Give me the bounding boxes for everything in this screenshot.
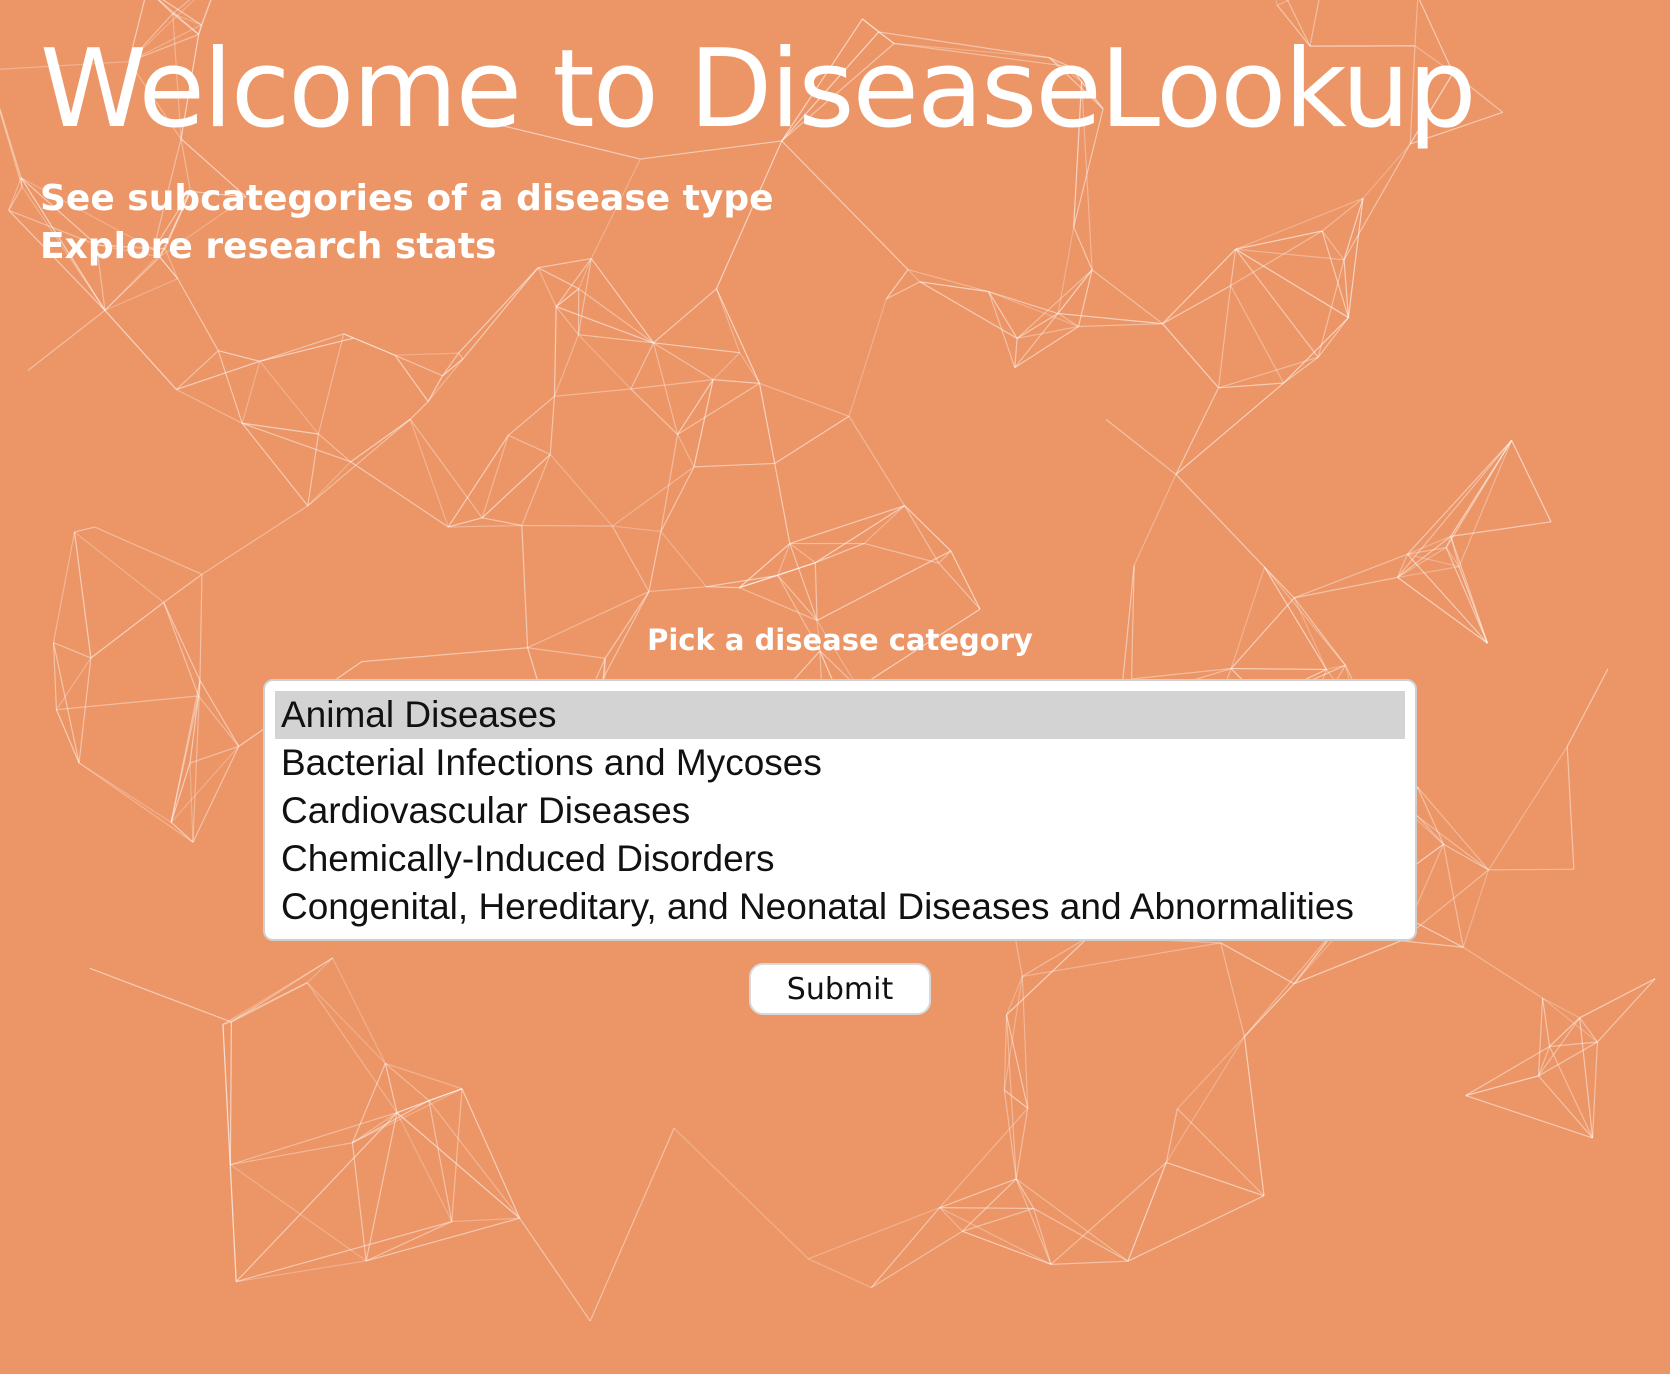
feature-item-subcategories: See subcategories of a disease type — [40, 178, 774, 219]
page-title: Welcome to DiseaseLookup — [40, 27, 1477, 152]
submit-button[interactable]: Submit — [749, 963, 931, 1015]
disease-category-option[interactable]: Congenital, Hereditary, and Neonatal Dis… — [275, 883, 1405, 931]
landing-page: Welcome to DiseaseLookup See subcategori… — [0, 0, 1670, 1374]
disease-category-option[interactable]: Animal Diseases — [275, 691, 1405, 739]
disease-category-option[interactable]: Bacterial Infections and Mycoses — [275, 739, 1405, 787]
disease-category-option[interactable]: Cardiovascular Diseases — [275, 787, 1405, 835]
disease-category-listbox[interactable]: Animal Diseases Bacterial Infections and… — [263, 679, 1417, 941]
disease-category-label: Pick a disease category — [647, 623, 1033, 657]
disease-category-option[interactable]: Digestive System Diseases — [275, 931, 1405, 939]
feature-item-research-stats: Explore research stats — [40, 226, 497, 267]
disease-category-option[interactable]: Chemically-Induced Disorders — [275, 835, 1405, 883]
feature-list: See subcategories of a disease type Expl… — [40, 175, 774, 271]
